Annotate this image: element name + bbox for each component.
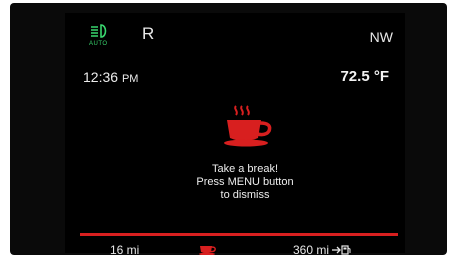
auto-label: AUTO (89, 41, 108, 47)
small-coffee-cup-icon (199, 246, 216, 255)
auto-headlamp-icon (91, 24, 107, 38)
gear-indicator: R (142, 24, 155, 43)
fuel-range: 360 mi (293, 243, 352, 255)
fuel-range-value: 360 mi (293, 243, 330, 255)
trip-distance: 16 mi (110, 243, 140, 255)
alert-line-3: to dismiss (220, 189, 270, 201)
outside-temperature: 72.5 °F (340, 68, 389, 85)
clock: 12:36 PM (83, 69, 138, 85)
break-alert-message: Take a break! Press MENU button to dismi… (125, 163, 365, 202)
display-bezel: AUTO R NW 12:36 PM 72.5 °F Take a break!… (10, 3, 447, 255)
cluster-frame: AUTO R NW 12:36 PM 72.5 °F Take a break!… (0, 0, 454, 258)
fuel-pump-icon (332, 245, 351, 255)
alert-line-1: Take a break! (211, 163, 279, 175)
center-display: AUTO R NW 12:36 PM 72.5 °F Take a break!… (65, 13, 405, 255)
clock-ampm: PM (121, 73, 139, 85)
status-bar: 16 mi 360 mi (65, 236, 405, 255)
compass-heading: NW (369, 29, 393, 45)
clock-time: 12:36 (83, 69, 119, 85)
alert-line-2: Press MENU button (196, 176, 294, 188)
coffee-cup-icon (224, 105, 272, 147)
